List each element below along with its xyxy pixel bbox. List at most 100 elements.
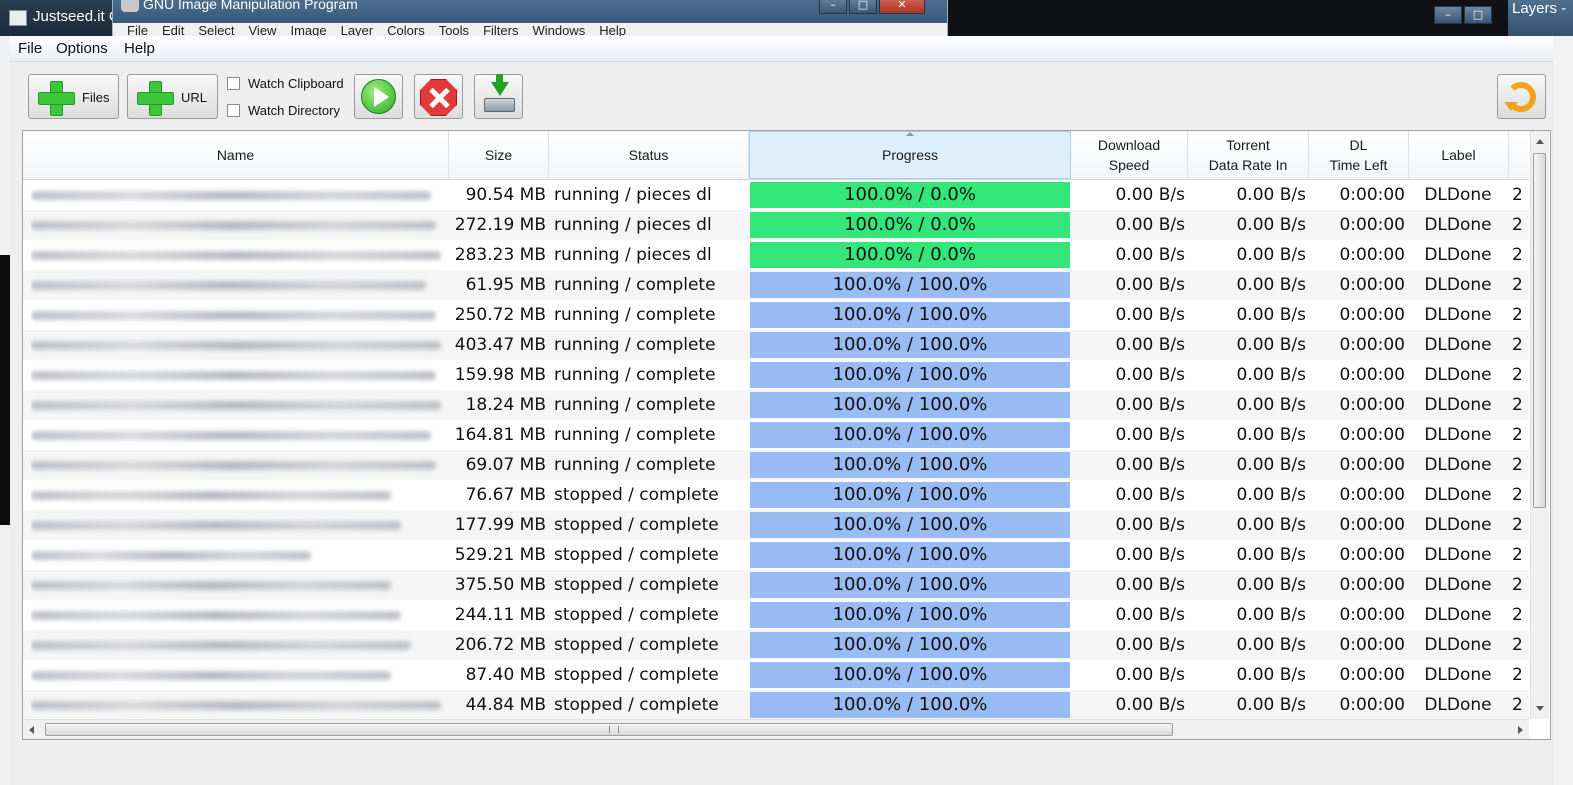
add-url-label: URL bbox=[181, 90, 208, 105]
vertical-scrollbar[interactable] bbox=[1530, 131, 1549, 719]
column-header-extra[interactable] bbox=[1509, 131, 1529, 179]
redacted-name bbox=[31, 251, 441, 260]
start-button[interactable] bbox=[354, 74, 403, 119]
extra-cell: 2 bbox=[1512, 395, 1523, 415]
status-cell: running / pieces dl bbox=[554, 245, 712, 265]
minimize-icon[interactable]: – bbox=[819, 0, 847, 14]
download-button[interactable] bbox=[474, 74, 523, 119]
column-header-progress[interactable]: Progress bbox=[749, 131, 1071, 179]
torrent-name-cell bbox=[31, 270, 446, 300]
size-cell: 206.72 MB bbox=[454, 635, 546, 655]
table-row[interactable]: 90.54 MB running / pieces dl 100.0% / 0.0%… bbox=[23, 180, 1529, 210]
table-row[interactable]: 61.95 MB running / complete 100.0% / 100.0… bbox=[23, 270, 1529, 300]
time-left-cell: 0:00:00 bbox=[1339, 425, 1405, 445]
close-icon[interactable]: ✕ bbox=[879, 0, 925, 14]
menu-file[interactable]: File bbox=[18, 40, 42, 57]
status-cell: running / pieces dl bbox=[554, 185, 712, 205]
watch-directory-label[interactable]: Watch Directory bbox=[248, 103, 340, 118]
redacted-name bbox=[31, 431, 431, 440]
column-header-torrent-data-rate[interactable]: Torrent Data Rate In bbox=[1188, 131, 1309, 179]
scroll-down-icon[interactable] bbox=[1536, 706, 1544, 711]
add-files-button[interactable]: Files bbox=[28, 74, 119, 119]
size-cell: 164.81 MB bbox=[454, 425, 546, 445]
status-cell: stopped / complete bbox=[554, 665, 719, 685]
torrent-name-cell bbox=[31, 300, 446, 330]
column-header-label[interactable]: Label bbox=[1409, 131, 1509, 179]
maximize-icon[interactable]: □ bbox=[1464, 6, 1492, 24]
table-row[interactable]: 18.24 MB running / complete 100.0% / 100.0… bbox=[23, 390, 1529, 420]
column-header-name[interactable]: Name bbox=[23, 131, 449, 179]
size-cell: 375.50 MB bbox=[454, 575, 546, 595]
table-row[interactable]: 44.84 MB stopped / complete 100.0% / 100.0… bbox=[23, 690, 1529, 720]
redacted-name bbox=[31, 671, 391, 680]
sort-ascending-icon bbox=[906, 132, 914, 136]
label-cell: DLDone bbox=[1424, 575, 1492, 595]
label-cell: DLDone bbox=[1424, 335, 1492, 355]
table-row[interactable]: 206.72 MB stopped / complete 100.0% / 100.… bbox=[23, 630, 1529, 660]
layers-window-titlebar[interactable]: Layers - bbox=[1508, 0, 1573, 36]
scroll-right-icon[interactable] bbox=[1518, 726, 1523, 734]
table-row[interactable]: 244.11 MB stopped / complete 100.0% / 100.… bbox=[23, 600, 1529, 630]
extra-cell: 2 bbox=[1512, 305, 1523, 325]
redacted-name bbox=[31, 701, 441, 710]
torrent-name-cell bbox=[31, 660, 446, 690]
menu-help[interactable]: Help bbox=[124, 40, 155, 57]
column-header-download-speed[interactable]: Download Speed bbox=[1071, 131, 1188, 179]
watch-clipboard-row: Watch Clipboard bbox=[227, 76, 344, 91]
data-rate-cell: 0.00 B/s bbox=[1236, 185, 1306, 205]
table-row[interactable]: 76.67 MB stopped / complete 100.0% / 100.0… bbox=[23, 480, 1529, 510]
torrent-name-cell bbox=[31, 600, 446, 630]
vertical-scroll-thumb[interactable] bbox=[1533, 153, 1546, 508]
horizontal-scrollbar[interactable] bbox=[23, 719, 1529, 739]
size-cell: 87.40 MB bbox=[465, 665, 546, 685]
add-url-button[interactable]: URL bbox=[127, 74, 218, 119]
watch-directory-checkbox[interactable] bbox=[227, 104, 240, 117]
table-row[interactable]: 272.19 MB running / pieces dl 100.0% / 0.0… bbox=[23, 210, 1529, 240]
label-cell: DLDone bbox=[1424, 215, 1492, 235]
data-rate-cell: 0.00 B/s bbox=[1236, 635, 1306, 655]
download-speed-cell: 0.00 B/s bbox=[1115, 695, 1185, 715]
label-cell: DLDone bbox=[1424, 185, 1492, 205]
minimize-icon[interactable]: – bbox=[1434, 6, 1462, 24]
table-row[interactable]: 159.98 MB running / complete 100.0% / 100.… bbox=[23, 360, 1529, 390]
table-row[interactable]: 529.21 MB stopped / complete 100.0% / 100.… bbox=[23, 540, 1529, 570]
table-row[interactable]: 69.07 MB running / complete 100.0% / 100.0… bbox=[23, 450, 1529, 480]
progress-cell: 100.0% / 0.0% bbox=[750, 212, 1070, 238]
status-cell: running / complete bbox=[554, 275, 716, 295]
gimp-icon bbox=[121, 0, 139, 12]
data-rate-cell: 0.00 B/s bbox=[1236, 245, 1306, 265]
watch-clipboard-checkbox[interactable] bbox=[227, 77, 240, 90]
data-rate-cell: 0.00 B/s bbox=[1236, 575, 1306, 595]
refresh-button[interactable] bbox=[1497, 74, 1546, 119]
table-row[interactable]: 403.47 MB running / complete 100.0% / 100.… bbox=[23, 330, 1529, 360]
horizontal-scroll-thumb[interactable] bbox=[45, 723, 1173, 736]
scroll-up-icon[interactable] bbox=[1536, 139, 1544, 144]
column-header-size[interactable]: Size bbox=[449, 131, 549, 179]
table-row[interactable]: 283.23 MB running / pieces dl 100.0% / 0.0… bbox=[23, 240, 1529, 270]
column-header-dl-time-left[interactable]: DL Time Left bbox=[1309, 131, 1409, 179]
progress-cell: 100.0% / 100.0% bbox=[750, 302, 1070, 328]
gimp-background-window[interactable]: GNU Image Manipulation Program – □ ✕ Fil… bbox=[112, 0, 948, 41]
column-header-status[interactable]: Status bbox=[549, 131, 749, 179]
maximize-icon[interactable]: □ bbox=[849, 0, 877, 14]
table-row[interactable]: 164.81 MB running / complete 100.0% / 100.… bbox=[23, 420, 1529, 450]
justseed-titlebar[interactable]: Justseed.it C bbox=[0, 0, 125, 36]
scroll-left-icon[interactable] bbox=[29, 726, 34, 734]
stop-button[interactable] bbox=[414, 74, 463, 119]
table-row[interactable]: 375.50 MB stopped / complete 100.0% / 100.… bbox=[23, 570, 1529, 600]
table-row[interactable]: 87.40 MB stopped / complete 100.0% / 100.0… bbox=[23, 660, 1529, 690]
table-row[interactable]: 250.72 MB running / complete 100.0% / 100.… bbox=[23, 300, 1529, 330]
status-cell: stopped / complete bbox=[554, 605, 719, 625]
stop-icon bbox=[420, 79, 457, 116]
label-cell: DLDone bbox=[1424, 485, 1492, 505]
gimp-window-controls: – □ ✕ bbox=[819, 0, 925, 14]
watch-clipboard-label[interactable]: Watch Clipboard bbox=[248, 76, 344, 91]
progress-cell: 100.0% / 100.0% bbox=[750, 272, 1070, 298]
table-row[interactable]: 177.99 MB stopped / complete 100.0% / 100.… bbox=[23, 510, 1529, 540]
status-cell: stopped / complete bbox=[554, 575, 719, 595]
time-left-cell: 0:00:00 bbox=[1339, 365, 1405, 385]
menu-options[interactable]: Options bbox=[56, 40, 108, 57]
time-left-cell: 0:00:00 bbox=[1339, 635, 1405, 655]
progress-cell: 100.0% / 100.0% bbox=[750, 422, 1070, 448]
label-cell: DLDone bbox=[1424, 545, 1492, 565]
